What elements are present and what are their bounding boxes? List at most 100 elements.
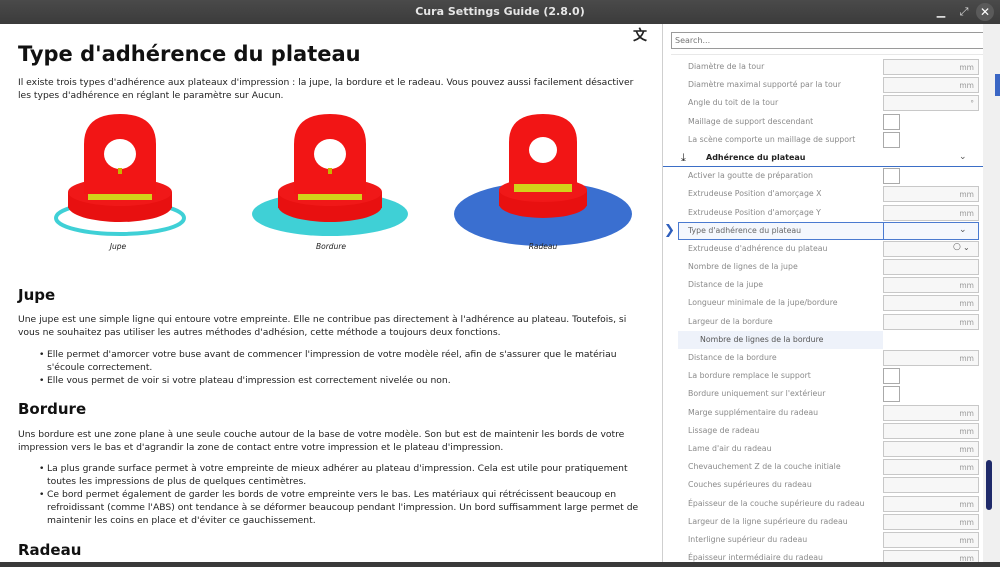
setting-checkbox[interactable] [883,386,900,403]
section-label: Adhérence du plateau [706,152,806,162]
unit-label: mm [959,81,974,91]
setting-row[interactable]: La scène comporte un maillage de support [663,131,987,149]
setting-input[interactable]: mm [883,186,979,203]
setting-label: Épaisseur de la couche supérieure du rad… [688,498,865,508]
setting-input[interactable]: mm [883,277,979,294]
setting-row[interactable]: Maillage de support descendant [663,113,987,131]
setting-input[interactable]: mm [883,59,979,75]
setting-row[interactable]: Épaisseur intermédiaire du radeau mm [663,549,987,562]
setting-row[interactable]: Extrudeuse Position d'amorçage X mm [663,185,987,203]
setting-label: Bordure uniquement sur l'extérieur [688,389,826,399]
setting-row[interactable]: Marge supplémentaire du radeau mm [663,404,987,422]
unit-label: mm [959,408,974,418]
setting-row[interactable]: Nombre de lignes de la bordure [663,330,987,349]
setting-input[interactable]: mm [883,350,979,366]
setting-input[interactable]: mm [883,440,979,457]
current-setting-arrow-icon: ❯ [664,222,675,238]
list-item: Elle permet d'amorcer votre buse avant d… [39,348,640,374]
setting-label: Type d'adhérence du plateau [688,225,802,235]
setting-label: Extrudeuse Position d'amorçage X [688,189,822,199]
figure-caption: Jupe [109,242,127,251]
close-button[interactable]: ✕ [976,3,994,21]
minimize-button[interactable]: ▁ [932,3,950,21]
window-title: Cura Settings Guide (2.8.0) [415,5,585,18]
setting-row[interactable]: Largeur de la bordure mm [663,313,987,331]
maximize-button[interactable]: ⤢ [955,3,973,21]
section-header-adhesion[interactable]: ⤓ Adhérence du plateau ⌄ [663,149,987,168]
list-item: Ce bord permet également de garder les b… [39,488,640,527]
setting-row[interactable]: Extrudeuse d'adhérence du plateau ○ ⌄ [663,240,987,258]
scrollbar-thumb[interactable] [986,460,992,510]
setting-label: La scène comporte un maillage de support [688,134,856,144]
setting-checkbox[interactable] [883,368,900,385]
chevron-down-icon[interactable]: ⌄ [959,152,967,162]
unit-label: mm [959,354,974,363]
setting-input[interactable] [883,259,979,276]
setting-checkbox[interactable] [883,168,900,185]
settings-list: Diamètre de la tour mm Diamètre maximal su… [663,58,987,562]
setting-input[interactable]: mm [883,495,979,512]
figure-caption: Radeau [528,242,558,251]
setting-label: Marge supplémentaire du radeau [688,407,819,417]
bullet-list: Elle permet d'amorcer votre buse avant d… [39,348,640,387]
unit-label: mm [959,190,974,200]
setting-label: Diamètre de la tour [688,62,765,71]
setting-input[interactable]: mm [883,513,979,530]
setting-label: Longueur minimale de la jupe/bordure [688,298,838,308]
setting-row[interactable]: Épaisseur de la couche supérieure du rad… [663,495,987,513]
setting-input[interactable]: mm [883,550,979,562]
setting-row[interactable]: Lissage de radeau mm [663,422,987,440]
setting-row[interactable]: Activer la goutte de préparation [663,167,987,185]
setting-row[interactable]: Bordure uniquement sur l'extérieur [663,385,987,403]
setting-label: Distance de la jupe [688,280,764,290]
setting-input[interactable]: mm [883,422,979,439]
translate-icon[interactable]: 文 [631,27,649,45]
setting-row[interactable]: Distance de la bordure mm [663,349,987,367]
setting-row[interactable]: Extrudeuse Position d'amorçage Y mm [663,204,987,222]
setting-row[interactable]: Nombre de lignes de la jupe [663,258,987,276]
setting-checkbox[interactable] [883,131,900,148]
setting-row[interactable]: Longueur minimale de la jupe/bordure mm [663,294,987,312]
setting-row[interactable]: Lame d'air du radeau mm [663,440,987,458]
setting-label: Nombre de lignes de la jupe [688,262,798,272]
setting-input[interactable] [883,477,979,494]
setting-input[interactable]: mm [883,313,979,330]
unit-label: mm [959,281,974,291]
setting-row[interactable]: Diamètre maximal supporté par la tour mm [663,76,987,94]
setting-row[interactable]: Distance de la jupe mm [663,276,987,294]
app-window: 文 Type d'adhérence du plateau Il existe … [0,24,1000,562]
scroll-marker [995,74,1000,96]
setting-row[interactable]: Largeur de la ligne supérieure du radeau… [663,513,987,531]
setting-input[interactable]: mm [883,404,979,421]
unit-label: mm [959,208,974,218]
chevron-down-icon: ⌄ [963,242,970,252]
setting-input[interactable]: mm [883,295,979,312]
setting-row[interactable]: Diamètre de la tour mm [663,58,987,76]
setting-row[interactable]: Chevauchement Z de la couche initiale mm [663,458,987,476]
setting-checkbox[interactable] [883,113,900,130]
intro-paragraph: Il existe trois types d'adhérence aux pl… [18,77,634,101]
list-item: Elle vous permet de voir si votre platea… [39,374,640,387]
setting-input[interactable]: mm [883,531,979,548]
setting-input[interactable]: mm [883,77,979,94]
setting-row[interactable]: Interligne supérieur du radeau mm [663,531,987,549]
setting-row[interactable]: Couches supérieures du radeau [663,476,987,494]
setting-row[interactable]: ❯ Type d'adhérence du plateau ⌄ [663,221,987,240]
setting-label: Épaisseur intermédiaire du radeau [688,553,823,562]
setting-row[interactable]: La bordure remplace le support [663,367,987,385]
adhesion-icon: ⤓ [681,150,686,164]
setting-label: Extrudeuse Position d'amorçage Y [688,207,821,217]
reset-circle-icon[interactable]: ○ [953,242,961,252]
figure-caption: Bordure [315,242,347,251]
unit-label: ° [970,99,974,109]
setting-row[interactable]: Angle du toit de la tour ° [663,94,987,112]
divider [671,54,989,55]
setting-label: Lame d'air du radeau [688,443,772,453]
section-paragraph: Uns bordure est une zone plane à une seu… [18,429,625,453]
unit-label: mm [959,535,974,545]
search-input[interactable] [671,32,989,49]
setting-label: Diamètre maximal supporté par la tour [688,80,841,90]
setting-input[interactable]: ° [883,95,979,112]
setting-input[interactable]: mm [883,459,979,476]
setting-input[interactable]: mm [883,204,979,221]
